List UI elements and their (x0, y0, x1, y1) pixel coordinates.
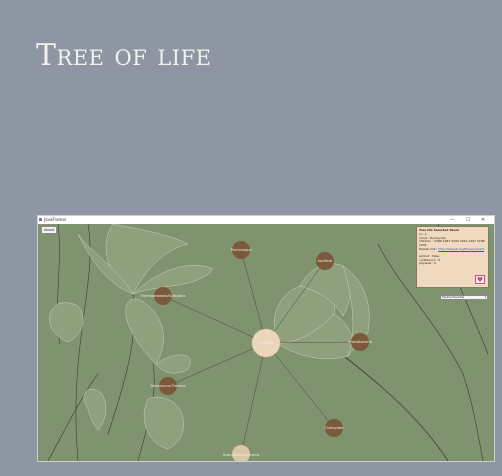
favorites-select-value: Explore Favorites (442, 296, 465, 299)
favorites-select[interactable]: Explore Favorites ▾ (440, 295, 488, 300)
window-title: JavaFramer (44, 217, 67, 222)
info-line: phylesis : 0 (419, 261, 437, 266)
chevron-down-icon: ▾ (484, 296, 486, 299)
svg-text:Thermoproteales/Sulfolobus: Thermoproteales/Sulfolobus (140, 294, 186, 298)
info-line: Tolweb link : http://tolweb.org/Eukaryot… (419, 246, 486, 252)
app-window: JavaFramer — ☐ ✕ Thermologue Aquificae T… (38, 216, 494, 461)
page-title: Tree of life (36, 38, 212, 73)
svg-text:Deinococcus-Thermus: Deinococcus-Thermus (151, 384, 186, 388)
app-icon (39, 218, 42, 221)
close-icon[interactable]: ✕ (481, 216, 485, 224)
svg-text:Eukaryota: Eukaryota (258, 341, 274, 345)
svg-text:Chlamydiae: Chlamydiae (325, 426, 344, 430)
about-button[interactable]: About (41, 226, 58, 234)
tree-node-gram-positive[interactable]: Gram-positive bacteria (223, 445, 260, 461)
tree-node-chlamydiae[interactable]: Chlamydiae (325, 419, 344, 437)
tree-node-thermologue[interactable]: Thermologue (229, 241, 252, 259)
tree-node-deinococcus[interactable]: Deinococcus-Thermus (151, 377, 186, 395)
tree-node-aquificae[interactable]: Aquificae (316, 252, 334, 270)
svg-text:Aquificae: Aquificae (318, 259, 333, 263)
svg-text:Gram-positive bacteria: Gram-positive bacteria (223, 453, 260, 457)
tree-node-center[interactable]: Eukaryota (251, 328, 281, 358)
info-link-label: Tolweb link : (419, 246, 438, 251)
svg-text:Proteobacteria: Proteobacteria (348, 340, 371, 344)
minimize-icon[interactable]: — (450, 216, 455, 224)
window-titlebar: JavaFramer — ☐ ✕ (38, 216, 494, 224)
maximize-icon[interactable]: ☐ (466, 216, 470, 224)
svg-text:Thermologue: Thermologue (229, 248, 251, 252)
tolweb-link[interactable]: http://tolweb.org/Eukaryotes/3 (438, 247, 484, 251)
heart-icon[interactable]: ♥ (475, 275, 485, 284)
